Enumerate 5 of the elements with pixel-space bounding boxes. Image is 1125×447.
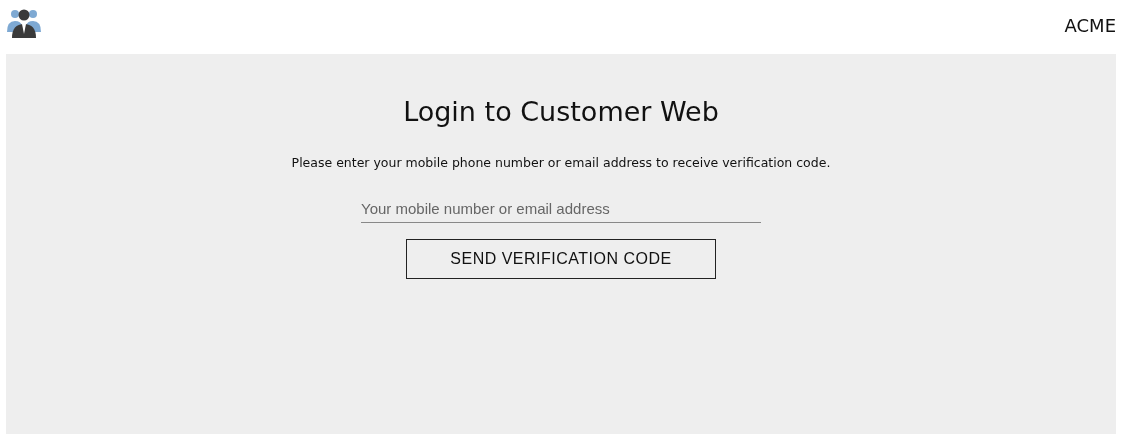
- brand-name: ACME: [1064, 14, 1116, 36]
- page-title: Login to Customer Web: [403, 96, 719, 127]
- contact-input-field[interactable]: Your mobile number or email address: [361, 194, 761, 223]
- instructions-text: Please enter your mobile phone number or email address to receive verification code.: [291, 155, 831, 170]
- send-code-button[interactable]: SEND VERIFICATION CODE: [406, 239, 716, 279]
